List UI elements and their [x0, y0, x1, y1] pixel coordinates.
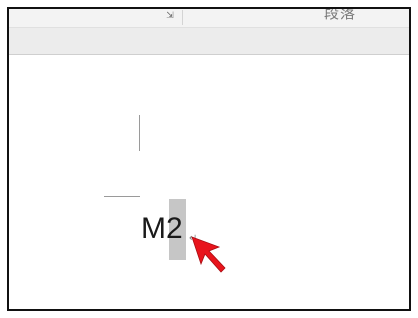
- margin-corner-mark-vertical: [139, 115, 140, 151]
- margin-corner-mark-horizontal: [104, 196, 140, 197]
- app-window: ⇲ 段落 M2 ↵: [7, 7, 411, 311]
- ribbon-separator: [182, 10, 183, 25]
- red-arrow-cursor-icon: [191, 236, 226, 273]
- paragraph-group-label: 段落: [324, 7, 357, 22]
- ribbon: ⇲ 段落: [9, 9, 409, 28]
- dialog-launcher-icon[interactable]: ⇲: [165, 11, 175, 21]
- document-text[interactable]: M2: [141, 212, 183, 246]
- ruler-band: [9, 28, 409, 55]
